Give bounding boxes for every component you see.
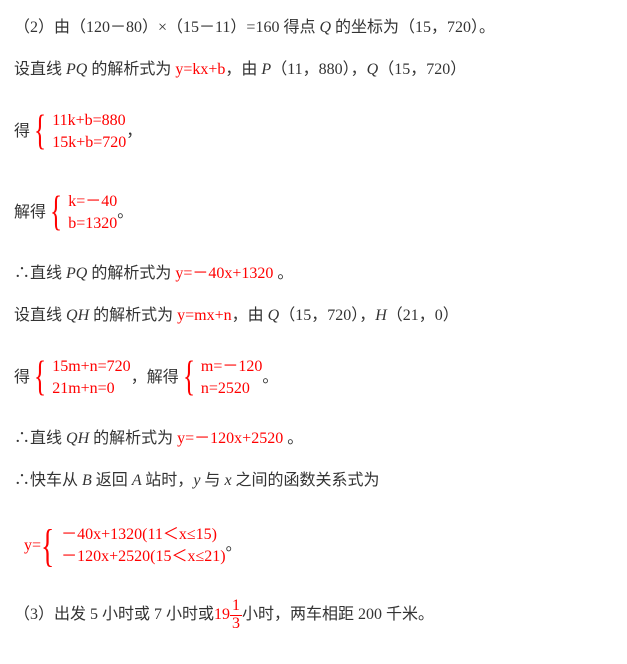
left-brace-icon: { xyxy=(34,100,46,163)
left-brace-icon: { xyxy=(41,511,54,580)
text: 小时，两车相距 200 千米。 xyxy=(242,606,434,623)
text: ∴快车从 xyxy=(14,472,82,489)
whole-part: 19 xyxy=(214,603,230,627)
text: 。 xyxy=(283,430,303,447)
text: ，解得 xyxy=(131,366,179,390)
paragraph-3: ∴直线 PQ 的解析式为 y=－40x+1320 。 xyxy=(14,262,613,286)
text: （21，0） xyxy=(387,307,459,324)
piece-row: －120x+2520(15＜x≤21) xyxy=(61,546,225,568)
brace-group: { k=－40 b=1320 xyxy=(50,181,117,244)
system-2: 得 { 15m+n=720 21m+n=0 ，解得 { m=－120 n=252… xyxy=(14,346,613,409)
var-Q: Q xyxy=(367,61,379,78)
text: （11，880）， xyxy=(271,61,366,78)
text: ∴直线 xyxy=(14,430,66,447)
piece-row: －40x+1320(11＜x≤15) xyxy=(61,524,225,546)
var-Q: Q xyxy=(268,307,280,324)
paragraph-7: （3）出发 5 小时或 7 小时或1913小时，两车相距 200 千米。 xyxy=(14,598,613,633)
text: 的解析式为 xyxy=(89,307,177,324)
denominator: 3 xyxy=(230,616,242,633)
text: 。 xyxy=(262,366,278,390)
fraction: 13 xyxy=(230,598,242,633)
equation: y=－120x+2520 xyxy=(177,430,283,447)
equation: y=－40x+1320 xyxy=(175,265,273,282)
eq-row: 15m+n=720 xyxy=(52,356,131,378)
eq-row: 21m+n=0 xyxy=(52,378,131,400)
text: 的解析式为 xyxy=(87,61,175,78)
numerator: 1 xyxy=(230,598,242,616)
text: （3）出发 5 小时或 7 小时或 xyxy=(14,606,214,623)
var-QH: QH xyxy=(66,307,89,324)
eq-row: m=－120 xyxy=(201,356,262,378)
paragraph-5: ∴直线 QH 的解析式为 y=－120x+2520 。 xyxy=(14,427,613,451)
text: 设直线 xyxy=(14,61,66,78)
text: 得 xyxy=(14,366,30,390)
left-brace-icon: { xyxy=(34,346,46,409)
text: 之间的函数关系式为 xyxy=(232,472,380,489)
text: 。 xyxy=(273,265,293,282)
paragraph-4: 设直线 QH 的解析式为 y=mx+n，由 Q（15，720），H（21，0） xyxy=(14,304,613,328)
left-brace-icon: { xyxy=(50,181,62,244)
paragraph-2: 设直线 PQ 的解析式为 y=kx+b，由 P（11，880），Q（15，720… xyxy=(14,58,613,82)
text: （15，720）， xyxy=(279,307,375,324)
text: 的解析式为 xyxy=(89,430,177,447)
text: 与 xyxy=(200,472,224,489)
var-B: B xyxy=(82,472,92,489)
text: ∴直线 xyxy=(14,265,66,282)
var-PQ: PQ xyxy=(66,265,87,282)
equation: y=kx+b xyxy=(175,61,225,78)
paragraph-1: （2）由（120－80）×（15－11）=160 得点 Q 的坐标为（15，72… xyxy=(14,16,613,40)
eq-row: 11k+b=880 xyxy=(52,110,126,132)
var-H: H xyxy=(375,307,387,324)
paragraph-6: ∴快车从 B 返回 A 站时，y 与 x 之间的函数关系式为 xyxy=(14,469,613,493)
text: 设直线 xyxy=(14,307,66,324)
system-1: 得 { 11k+b=880 15k+b=720 ， xyxy=(14,100,613,163)
left-brace-icon: { xyxy=(183,346,195,409)
text: 的解析式为 xyxy=(87,265,175,282)
var-PQ: PQ xyxy=(66,61,87,78)
text: 。 xyxy=(226,534,242,558)
brace-group: { m=－120 n=2520 xyxy=(183,346,263,409)
text: 返回 xyxy=(92,472,132,489)
var-x: x xyxy=(224,472,231,489)
text: 的坐标为（15，720）。 xyxy=(331,19,495,36)
text: ，由 xyxy=(232,307,268,324)
text: 解得 xyxy=(14,201,46,225)
system-1-solution: 解得 { k=－40 b=1320 。 xyxy=(14,181,613,244)
var-A: A xyxy=(132,472,145,489)
text: ， xyxy=(126,120,142,144)
var-P: P xyxy=(261,61,271,78)
eq-row: 15k+b=720 xyxy=(52,132,126,154)
eq-row: k=－40 xyxy=(68,191,117,213)
brace-group: { 15m+n=720 21m+n=0 xyxy=(34,346,131,409)
equation: y=mx+n xyxy=(177,307,232,324)
text: （2）由（120－80）×（15－11）=160 得点 xyxy=(14,19,319,36)
mixed-number: 1913 xyxy=(214,606,242,623)
y-equals: y= xyxy=(24,534,41,558)
text: 。 xyxy=(117,201,133,225)
brace-group: { 11k+b=880 15k+b=720 xyxy=(34,100,126,163)
piecewise-function: y= { －40x+1320(11＜x≤15) －120x+2520(15＜x≤… xyxy=(14,511,613,580)
text: （15，720） xyxy=(378,61,466,78)
var-Q: Q xyxy=(319,19,331,36)
eq-row: n=2520 xyxy=(201,378,262,400)
text: ，由 xyxy=(225,61,261,78)
var-QH: QH xyxy=(66,430,89,447)
piecewise-body: y= { －40x+1320(11＜x≤15) －120x+2520(15＜x≤… xyxy=(24,511,226,580)
eq-row: b=1320 xyxy=(68,213,117,235)
text: 得 xyxy=(14,120,30,144)
text: 站时， xyxy=(145,472,193,489)
